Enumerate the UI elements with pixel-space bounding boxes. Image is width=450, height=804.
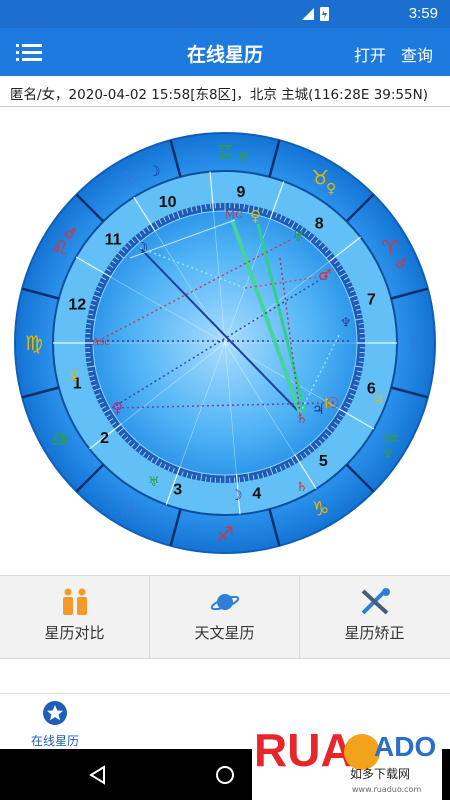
star-circle-icon <box>42 700 68 726</box>
house-number: 8 <box>315 215 324 232</box>
query-button[interactable]: 查询 <box>401 42 433 66</box>
zodiac-sign-icon: ♏ <box>121 496 139 520</box>
status-icons <box>300 6 360 26</box>
svg-text:如多下载网: 如多下载网 <box>350 766 410 781</box>
back-icon[interactable] <box>91 767 104 783</box>
planet-icon <box>150 588 300 616</box>
house-number: 2 <box>100 430 109 447</box>
app-bar: 在线星历 打开 查询 <box>0 28 450 76</box>
zodiac-sign-icon: ♈ <box>381 236 399 260</box>
svg-text:♂: ♂ <box>64 226 77 242</box>
svg-text:♂: ♂ <box>318 266 331 284</box>
status-bar: 3:59 <box>0 0 450 28</box>
status-time: 3:59 <box>409 5 438 22</box>
svg-text:♀: ♀ <box>250 207 261 225</box>
house-number: 10 <box>159 194 177 211</box>
svg-text:☉: ☉ <box>326 394 339 412</box>
astro-ephemeris-tool[interactable]: 天文星历 <box>150 576 300 658</box>
svg-text:♄: ♄ <box>296 480 308 495</box>
zodiac-sign-icon: ♐ <box>216 522 234 546</box>
zodiac-sign-icon: ♑ <box>312 496 330 520</box>
chart-info-text: 匿名/女，2020-04-02 15:58[东8区]，北京 主城(116:28E… <box>10 83 428 103</box>
zodiac-sign-icon: ♓ <box>407 331 425 355</box>
nav-online-ephemeris[interactable]: 在线星历 <box>20 700 90 749</box>
svg-text:♅: ♅ <box>292 229 305 245</box>
house-number: 5 <box>319 453 328 470</box>
ascendant-label: Asc <box>91 337 110 348</box>
tools-icon <box>300 588 450 616</box>
svg-text:♀: ♀ <box>112 399 123 417</box>
open-button[interactable]: 打开 <box>354 42 386 66</box>
svg-text:♆: ♆ <box>382 447 394 462</box>
svg-text:♃: ♃ <box>372 392 385 408</box>
zodiac-sign-icon: ♋ <box>121 166 139 190</box>
chart-compare-tool[interactable]: 星历对比 <box>0 576 150 658</box>
chart-rectify-tool[interactable]: 星历矫正 <box>300 576 449 658</box>
house-number: 3 <box>173 482 182 499</box>
signal-battery-icon <box>300 6 360 22</box>
zodiac-sign-icon: ♍ <box>25 331 43 355</box>
tool-label: 星历矫正 <box>300 622 449 643</box>
natal-wheel: 123456789101112 ♓♈♉♊♋♌♍♎♏♐♑♒ MC ♀ ♅ ♂ ♆ … <box>0 108 450 574</box>
svg-text:RUA: RUA <box>254 724 354 776</box>
svg-text:ADO: ADO <box>374 731 436 762</box>
house-number: 4 <box>252 486 261 503</box>
svg-text:☽: ☽ <box>148 164 161 180</box>
tool-label: 天文星历 <box>150 622 299 643</box>
chart-info-bar: 匿名/女，2020-04-02 15:58[东8区]，北京 主城(116:28E… <box>0 78 450 107</box>
svg-text:♄: ♄ <box>296 412 308 427</box>
house-number: 7 <box>367 291 376 308</box>
tool-label: 星历对比 <box>0 622 149 643</box>
svg-text:♅: ♅ <box>237 150 250 166</box>
svg-text:♆: ♆ <box>58 433 70 448</box>
svg-text:♂: ♂ <box>395 257 407 272</box>
svg-text:♅: ♅ <box>148 475 160 490</box>
svg-text:☽: ☽ <box>230 488 243 504</box>
astrology-chart[interactable]: 123456789101112 ♓♈♉♊♋♌♍♎♏♐♑♒ MC ♀ ♅ ♂ ♆ … <box>0 108 450 574</box>
watermark-logo: RUA ADO 如多下载网 www.ruaduo.com <box>252 696 442 800</box>
svg-text:♆: ♆ <box>340 316 352 331</box>
couple-icon <box>0 588 150 616</box>
house-number: 9 <box>237 184 246 201</box>
svg-text:♀: ♀ <box>70 369 80 384</box>
nav-label: 在线星历 <box>20 732 90 749</box>
svg-text:☽: ☽ <box>135 239 148 257</box>
zodiac-sign-icon: ♊ <box>216 140 234 164</box>
house-number: 12 <box>68 296 86 313</box>
midheaven-label: MC <box>225 210 243 221</box>
svg-text:♀: ♀ <box>326 181 336 197</box>
tools-row: 星历对比 天文星历 星历矫正 <box>0 575 450 659</box>
svg-text:www.ruaduo.com: www.ruaduo.com <box>352 785 421 794</box>
house-number: 11 <box>105 232 122 249</box>
home-icon[interactable] <box>217 767 233 783</box>
